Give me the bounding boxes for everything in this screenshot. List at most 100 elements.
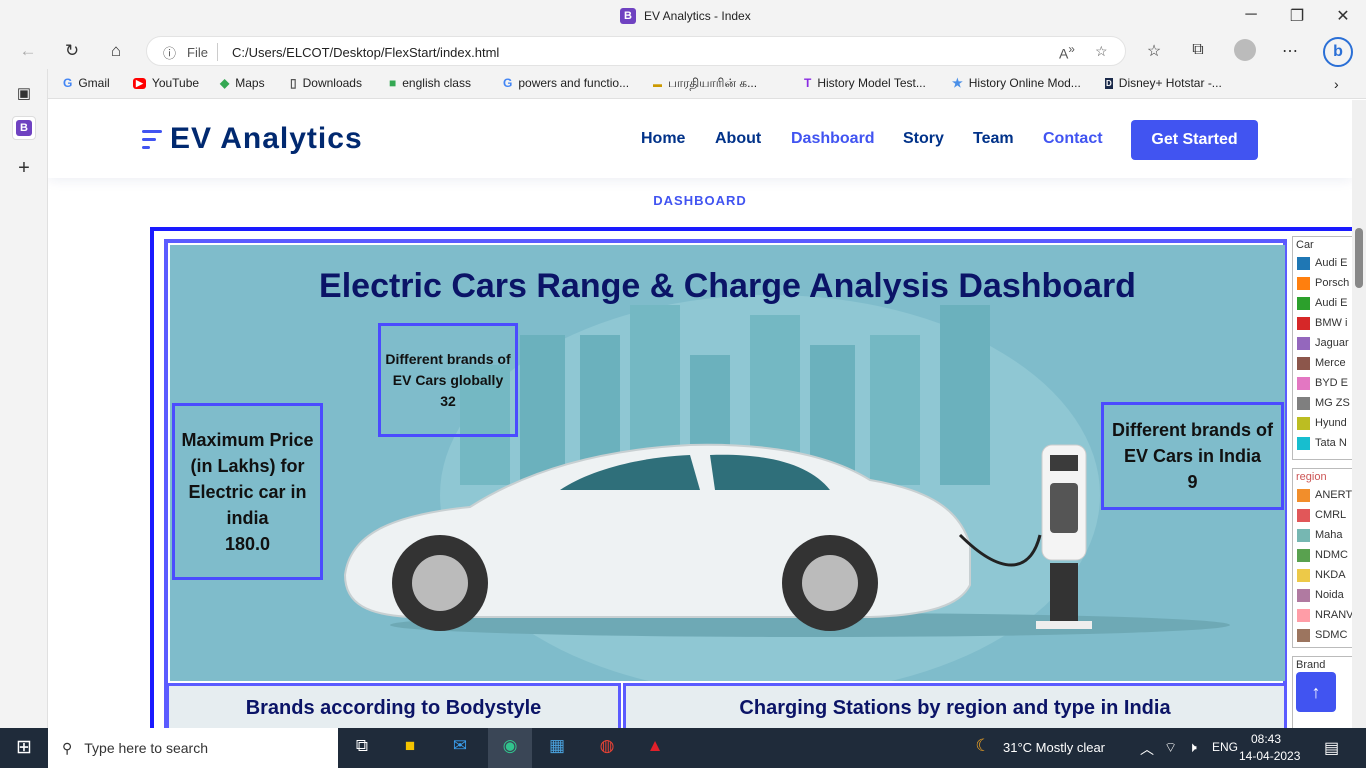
chrome-icon[interactable]: ◍	[594, 736, 620, 760]
region-legend-item[interactable]: NRANV	[1293, 605, 1352, 625]
more-options-icon[interactable]: ⋯	[1279, 41, 1301, 61]
region-legend-swatch	[1297, 528, 1310, 542]
max-price-label: Maximum Price (in Lakhs) for Electric ca…	[181, 429, 314, 528]
car-legend-item[interactable]: Audi E	[1293, 253, 1352, 273]
section-label: DASHBOARD	[653, 193, 747, 208]
region-legend-item[interactable]: NKDA	[1293, 565, 1352, 585]
taskbar-search[interactable]: ⚲ Type here to search	[48, 728, 338, 768]
show-hidden-icons-icon[interactable]: ︿	[1140, 739, 1154, 759]
bodystyle-chart-title: Brands according to Bodystyle	[166, 683, 621, 728]
nav-about[interactable]: About	[715, 130, 761, 148]
bookmark-youtube[interactable]: ▶ YouTube	[133, 76, 199, 90]
bookmark-powers[interactable]: Gpowers and functio...	[503, 76, 629, 90]
nav-home[interactable]: Home	[641, 130, 685, 148]
back-icon[interactable]: ←	[17, 41, 39, 61]
dashboard-story: Electric Cars Range & Charge Analysis Da…	[164, 239, 1287, 728]
car-legend-item[interactable]: MG ZS	[1293, 393, 1352, 413]
weather-text[interactable]: 31°C Mostly clear	[1003, 740, 1105, 755]
minimize-icon[interactable]: ─	[1241, 6, 1261, 24]
get-started-button[interactable]: Get Started	[1131, 120, 1258, 160]
bookmark-history-model[interactable]: T History Model Test...	[804, 76, 926, 90]
add-favorite-icon[interactable]: ☆	[1095, 43, 1108, 60]
notifications-icon[interactable]: ▤	[1324, 738, 1339, 758]
clock-time[interactable]: 08:43	[1251, 732, 1281, 746]
address-bar-row: ← ↻ ⌂ ⓘ File C:/Users/ELCOT/Desktop/Flex…	[0, 33, 1366, 69]
volume-icon[interactable]: 🕨	[1188, 739, 1197, 756]
bookmark-hotstar[interactable]: D Disney+ Hotstar -...	[1105, 76, 1222, 90]
nav-team[interactable]: Team	[973, 130, 1014, 148]
car-legend-item[interactable]: Merce	[1293, 353, 1352, 373]
global-brands-card: Different brands of EV Cars globally 32	[378, 323, 518, 437]
car-legend-swatch	[1297, 436, 1310, 450]
car-legend-item[interactable]: Hyund	[1293, 413, 1352, 433]
refresh-icon[interactable]: ↻	[61, 41, 83, 61]
region-legend-swatch	[1297, 588, 1310, 602]
dashboard-title: Electric Cars Range & Charge Analysis Da…	[319, 267, 1136, 305]
car-legend-item[interactable]: Tata N	[1293, 433, 1352, 453]
car-legend-item[interactable]: Audi E	[1293, 293, 1352, 313]
region-legend-header: region	[1296, 471, 1327, 483]
windows-start-icon[interactable]: ⊞	[11, 736, 37, 760]
taskbar-search-placeholder: Type here to search	[84, 740, 209, 756]
language-indicator[interactable]: ENG	[1212, 740, 1238, 754]
weather-icon: ☾	[975, 736, 991, 755]
region-legend-swatch	[1297, 508, 1310, 522]
maximize-icon[interactable]: ❐	[1287, 6, 1307, 26]
info-icon[interactable]: ⓘ	[163, 43, 176, 62]
bookmark-bharathiyar[interactable]: ▬ பாரதியாரின் க...	[653, 76, 757, 92]
global-brands-label: Different brands of EV Cars globally	[385, 350, 511, 388]
region-legend-item[interactable]: CMRL	[1293, 505, 1352, 525]
bookmark-gmail[interactable]: G Gmail	[63, 76, 110, 90]
car-legend-item[interactable]: BYD E	[1293, 373, 1352, 393]
nav-dashboard[interactable]: Dashboard	[791, 130, 875, 148]
favorites-icon[interactable]: ☆	[1143, 41, 1165, 61]
bookmark-maps[interactable]: ◆ Maps	[220, 76, 265, 90]
bing-chat-icon[interactable]: b	[1323, 37, 1353, 67]
nav-contact[interactable]: Contact	[1043, 130, 1103, 148]
tab-actions-icon[interactable]: ▣	[12, 84, 36, 108]
network-icon[interactable]: ⌔	[1164, 739, 1177, 757]
acrobat-icon[interactable]: ▲	[642, 736, 668, 760]
mail-icon[interactable]: ✉	[447, 736, 473, 760]
file-explorer-icon[interactable]: ■	[397, 736, 423, 760]
new-tab-icon[interactable]: +	[12, 157, 36, 181]
bookmark-english-class[interactable]: ■ english class	[389, 76, 471, 90]
car-legend-item[interactable]: Porsch	[1293, 273, 1352, 293]
region-legend-item[interactable]: SDMC	[1293, 625, 1352, 645]
car-legend-swatch	[1297, 396, 1310, 410]
scrollbar-thumb[interactable]	[1355, 228, 1363, 288]
car-legend-swatch	[1297, 256, 1310, 270]
region-legend-item[interactable]: ANERT	[1293, 485, 1352, 505]
close-icon[interactable]: ✕	[1333, 6, 1353, 26]
car-legend-item[interactable]: BMW i	[1293, 313, 1352, 333]
region-legend-label: NDMC	[1315, 549, 1348, 561]
scroll-to-top-button[interactable]: ↑	[1296, 672, 1336, 712]
page-scrollbar[interactable]	[1352, 100, 1366, 728]
star-icon: ★	[952, 76, 963, 90]
region-legend-item[interactable]: NDMC	[1293, 545, 1352, 565]
active-tab-icon[interactable]: B	[12, 116, 36, 140]
nav-story[interactable]: Story	[903, 130, 944, 148]
clock-date[interactable]: 14-04-2023	[1239, 749, 1300, 763]
task-view-icon[interactable]: ⧉	[349, 736, 375, 760]
bookmarks-overflow-icon[interactable]: ›	[1334, 76, 1339, 92]
edge-icon[interactable]: ◉	[488, 728, 532, 768]
url-text[interactable]: C:/Users/ELCOT/Desktop/FlexStart/index.h…	[232, 45, 499, 60]
region-legend-swatch	[1297, 488, 1310, 502]
store-icon[interactable]: ▦	[544, 736, 570, 760]
profile-avatar[interactable]	[1234, 39, 1256, 61]
home-icon[interactable]: ⌂	[105, 41, 127, 61]
collections-icon[interactable]: ⧉	[1187, 41, 1209, 59]
site-logo[interactable]: EV Analytics	[142, 122, 363, 156]
bookmark-downloads[interactable]: ▯ Downloads	[290, 76, 362, 90]
read-aloud-icon[interactable]: A»	[1059, 43, 1075, 62]
site-icon: ▬	[653, 79, 662, 89]
region-legend: region ANERT CMRL Maha NDMC NKDA Noida NRANV SD…	[1292, 468, 1352, 648]
region-legend-item[interactable]: Noida	[1293, 585, 1352, 605]
bookmark-history-online[interactable]: ★ History Online Mod...	[952, 76, 1081, 90]
browser-sidebar: ▣ B +	[0, 69, 48, 728]
logo-text: EV Analytics	[170, 122, 363, 155]
car-legend-item[interactable]: Jaguar	[1293, 333, 1352, 353]
address-bar[interactable]: ⓘ File C:/Users/ELCOT/Desktop/FlexStart/…	[146, 36, 1126, 66]
region-legend-item[interactable]: Maha	[1293, 525, 1352, 545]
